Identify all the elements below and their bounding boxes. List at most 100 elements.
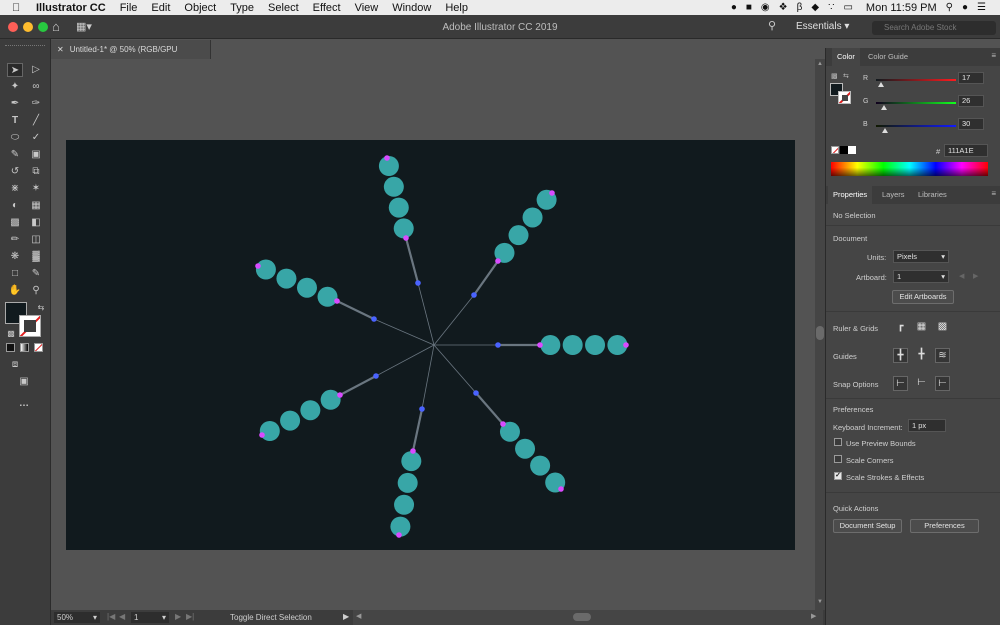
red-slider-track[interactable] xyxy=(876,79,956,81)
anchor-node-magenta[interactable] xyxy=(558,486,564,492)
perspective-grid-tool-icon[interactable]: ▦ xyxy=(28,199,44,213)
show-rulers-icon[interactable]: ┏ xyxy=(893,320,908,335)
notification-center-icon[interactable]: ☰ xyxy=(977,2,986,13)
keyboard-increment-field[interactable]: 1 px xyxy=(908,419,946,432)
blue-slider-track[interactable] xyxy=(876,125,956,127)
arm-thin-line[interactable] xyxy=(373,318,435,346)
use-preview-bounds-checkbox[interactable] xyxy=(834,438,842,446)
tab-properties[interactable]: Properties xyxy=(828,186,873,204)
scroll-down-arrow-icon[interactable]: ▼ xyxy=(817,599,823,605)
arm-circle[interactable] xyxy=(515,438,536,459)
anchor-node-blue[interactable] xyxy=(419,406,425,412)
anchor-node-magenta[interactable] xyxy=(259,432,265,438)
default-fill-stroke-icon[interactable]: ▩ xyxy=(3,327,19,341)
battery-icon[interactable]: ▭ xyxy=(843,2,852,13)
scroll-left-arrow-icon[interactable]: ◀ xyxy=(356,612,361,620)
lasso-tool-icon[interactable]: ∞ xyxy=(28,80,44,94)
arm-circle[interactable] xyxy=(394,494,415,515)
artboard-select[interactable]: 1 ▾ xyxy=(893,270,949,283)
arm-circle[interactable] xyxy=(401,451,422,472)
next-artboard-arrow-icon[interactable]: ▶ xyxy=(973,272,978,280)
anchor-node-magenta[interactable] xyxy=(500,421,506,427)
spotlight-icon[interactable]: ⚲ xyxy=(946,2,953,13)
messages-icon[interactable]: ■ xyxy=(746,2,752,13)
scroll-right-arrow-icon[interactable]: ▶ xyxy=(811,612,816,620)
mesh-tool-icon[interactable]: ▩ xyxy=(7,216,23,230)
bluetooth-icon[interactable]: β xyxy=(797,2,803,13)
smart-guides-icon[interactable]: ≋ xyxy=(935,348,950,363)
arm-thin-line[interactable] xyxy=(433,294,475,346)
green-value-field[interactable]: 26 xyxy=(958,95,984,107)
workspace-switcher[interactable]: Essentials ▾ xyxy=(796,21,849,32)
scale-tool-icon[interactable]: ⧉ xyxy=(28,165,44,179)
properties-menu-icon[interactable]: ≡ xyxy=(991,189,996,198)
arm-circle[interactable] xyxy=(320,389,341,410)
gradient-mode-icon[interactable] xyxy=(20,343,29,352)
arm-circle[interactable] xyxy=(383,176,404,197)
document-tab[interactable]: ✕Untitled-1* @ 50% (RGB/GPU Preview) xyxy=(51,40,211,73)
arm-circle[interactable] xyxy=(540,335,561,355)
zoom-tool-icon[interactable]: ⚲ xyxy=(28,284,44,298)
arm-circle[interactable] xyxy=(255,259,276,280)
white-color-swatch[interactable] xyxy=(848,146,856,154)
stroke-swatch[interactable] xyxy=(19,315,41,337)
rotate-tool-icon[interactable]: ↺ xyxy=(7,165,23,179)
status-hint[interactable]: Toggle Direct Selection xyxy=(230,613,312,622)
arm-thick-line[interactable] xyxy=(475,392,504,425)
scale-corners-checkbox[interactable] xyxy=(834,455,842,463)
green-slider-track[interactable] xyxy=(876,102,956,104)
puppet-warp-tool-icon[interactable]: ✶ xyxy=(28,182,44,196)
anchor-node-blue[interactable] xyxy=(495,342,501,348)
last-artboard-icon[interactable]: ▶| xyxy=(186,612,194,621)
menu-select[interactable]: Select xyxy=(268,2,299,14)
artboard-navigation-select[interactable]: 1 ▾ xyxy=(131,612,169,623)
blend-tool-icon[interactable]: ◫ xyxy=(28,233,44,247)
symbol-sprayer-tool-icon[interactable]: ❋ xyxy=(7,250,23,264)
menu-type[interactable]: Type xyxy=(230,2,254,14)
eraser-tool-icon[interactable]: ▣ xyxy=(28,148,44,162)
snap-to-point-icon[interactable]: ⊢ xyxy=(893,376,908,391)
preferences-button[interactable]: Preferences xyxy=(910,519,979,533)
anchor-node-blue[interactable] xyxy=(371,316,377,322)
arm-circle[interactable] xyxy=(508,225,529,246)
status-menu-arrow-icon[interactable]: ▶ xyxy=(343,612,349,621)
tag-icon[interactable]: ◆ xyxy=(811,2,819,13)
user-icon[interactable]: ● xyxy=(962,2,968,13)
close-tab-icon[interactable]: ✕ xyxy=(57,45,64,54)
anchor-node-magenta[interactable] xyxy=(255,263,261,269)
screen-mode-icon[interactable]: ▣ xyxy=(16,375,32,389)
menu-help[interactable]: Help xyxy=(445,2,468,14)
snap-to-pixel-icon[interactable]: ⊢ xyxy=(935,376,950,391)
grammarly-icon[interactable]: ◉ xyxy=(761,2,770,13)
line-segment-tool-icon[interactable]: ╱ xyxy=(28,114,44,128)
lightbulb-icon[interactable]: ⚲ xyxy=(768,19,776,32)
anchor-node-magenta[interactable] xyxy=(403,235,409,241)
anchor-node-magenta[interactable] xyxy=(396,532,402,538)
anchor-node-magenta[interactable] xyxy=(384,155,390,161)
menu-effect[interactable]: Effect xyxy=(313,2,341,14)
shape-builder-tool-icon[interactable]: ◐ xyxy=(7,199,23,213)
arm-circle[interactable] xyxy=(317,286,338,307)
anchor-node-magenta[interactable] xyxy=(495,258,501,264)
arm-thick-line[interactable] xyxy=(339,375,377,396)
scale-strokes-checkbox[interactable]: ✓ xyxy=(834,472,842,480)
green-slider-knob[interactable] xyxy=(881,105,888,110)
arm-circle[interactable] xyxy=(393,218,414,239)
arm-circle[interactable] xyxy=(397,472,418,493)
arm-circle[interactable] xyxy=(280,410,301,431)
arm-circle[interactable] xyxy=(259,421,280,441)
vertical-scrollbar-thumb[interactable] xyxy=(816,326,824,340)
blue-slider-knob[interactable] xyxy=(882,128,889,133)
arm-circle[interactable] xyxy=(388,197,409,218)
anchor-node-blue[interactable] xyxy=(415,280,421,286)
creative-cloud-icon[interactable]: ● xyxy=(731,2,737,13)
arm-circle[interactable] xyxy=(276,268,297,289)
menu-view[interactable]: View xyxy=(355,2,379,14)
ellipse-tool-icon[interactable]: ⬭ xyxy=(7,131,23,145)
tab-color-guide[interactable]: Color Guide xyxy=(863,48,913,66)
anchor-node-magenta[interactable] xyxy=(337,392,343,398)
swap-fill-stroke-icon[interactable]: ⇆ xyxy=(33,301,49,315)
wifi-icon[interactable]: ∵ xyxy=(828,2,834,13)
tab-layers[interactable]: Layers xyxy=(877,186,910,204)
curvature-tool-icon[interactable]: ✑ xyxy=(28,97,44,111)
